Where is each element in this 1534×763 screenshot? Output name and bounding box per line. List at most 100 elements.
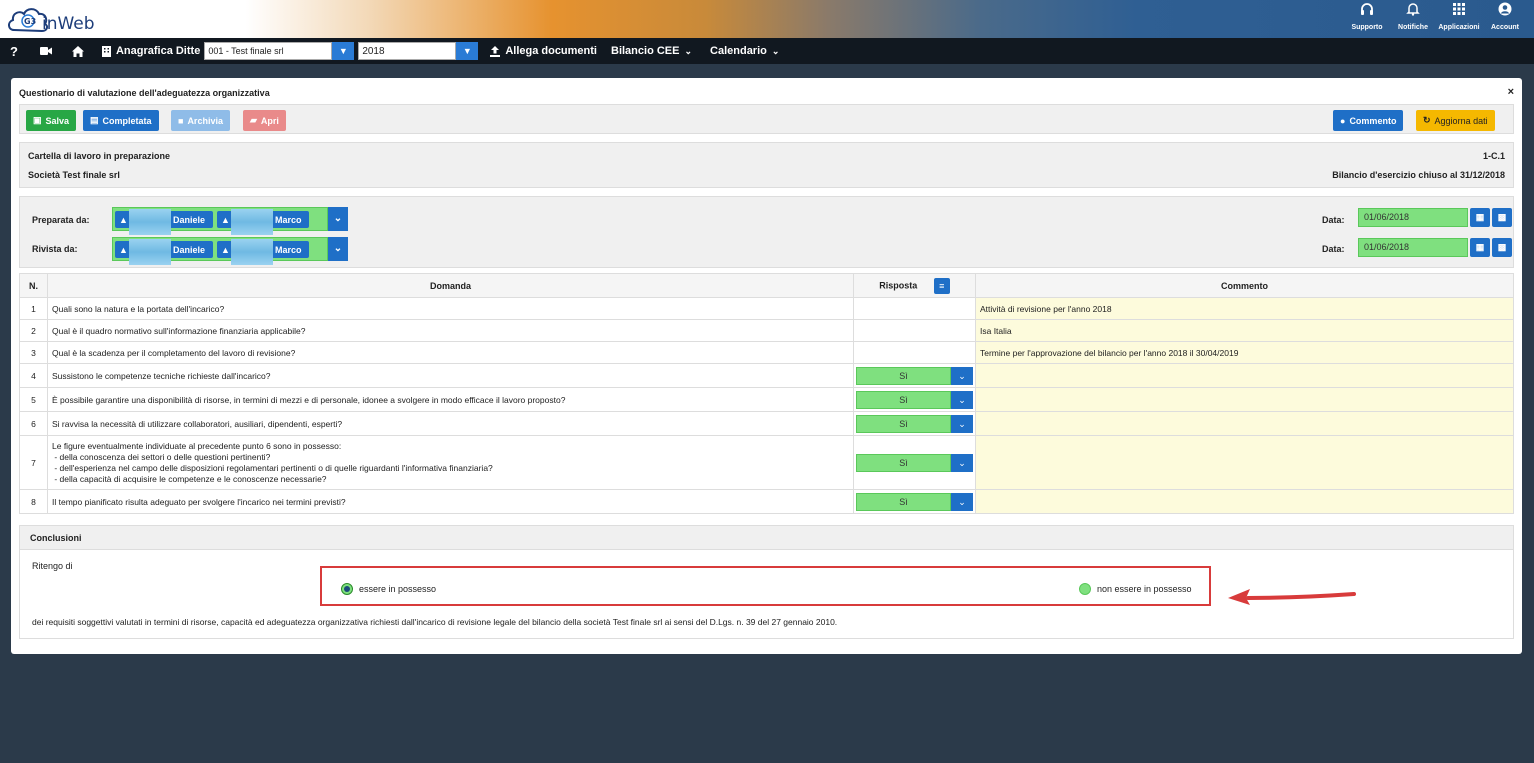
bell-icon <box>1390 2 1436 22</box>
person-chip[interactable]: ▲ Daniele <box>115 209 213 235</box>
allega-documenti-label: Allega documenti <box>505 45 597 57</box>
reviewed-by-field[interactable]: ▲ Daniele ▲ Marco <box>112 237 328 265</box>
applications-button[interactable]: Applicazioni <box>1436 2 1482 31</box>
comment-cell[interactable] <box>975 411 1514 436</box>
answer-select[interactable]: Sì ⌄ <box>856 453 973 472</box>
prepared-by-label: Preparata da: <box>32 215 90 225</box>
chevron-down-icon[interactable]: ⌄ <box>951 390 973 409</box>
commento-button[interactable]: ● Commento <box>1333 110 1404 131</box>
table-row: 6 Si ravvisa la necessità di utilizzare … <box>19 411 1514 436</box>
row-number: 8 <box>19 489 48 514</box>
table-row: 1 Quali sono la natura e la portata dell… <box>19 297 1514 320</box>
company-select[interactable]: 001 - Test finale srl ▼ <box>204 42 355 60</box>
app-logo-text: inWeb <box>42 14 95 34</box>
comment-cell[interactable] <box>975 435 1514 490</box>
apri-label: Apri <box>260 115 279 126</box>
calendario-label: Calendario <box>710 45 767 57</box>
answer-cell[interactable] <box>853 319 976 342</box>
building-icon <box>101 45 111 57</box>
person-first-name: Daniele <box>173 244 206 255</box>
answer-cell: Sì ⌄ <box>853 387 976 412</box>
chevron-down-icon[interactable]: ⌄ <box>328 207 348 231</box>
calendar-icon[interactable]: ▦ <box>1470 238 1490 257</box>
archive-icon: ■ <box>178 115 184 126</box>
answer-select[interactable]: Sì ⌄ <box>856 390 973 409</box>
date-label: Data: <box>1322 215 1345 225</box>
row-number: 4 <box>19 363 48 388</box>
support-label: Supporto <box>1351 24 1383 31</box>
table-row: 2 Qual è il quadro normativo sull'inform… <box>19 319 1514 342</box>
chevron-down-icon[interactable]: ⌄ <box>328 237 348 261</box>
year-select[interactable]: 2018 ▼ <box>358 42 479 60</box>
answer-cell[interactable] <box>853 341 976 364</box>
row-number: 2 <box>19 319 48 342</box>
calendar-today-icon[interactable]: ▩ <box>1492 208 1512 227</box>
anagrafica-ditte-menu[interactable]: Anagrafica Ditte <box>101 45 200 57</box>
question-text: Il tempo pianificato risulta adeguato pe… <box>47 489 854 514</box>
radio-non-essere-in-possesso[interactable] <box>1079 583 1091 595</box>
table-row: 8 Il tempo pianificato risulta adeguato … <box>19 489 1514 514</box>
answer-cell: Sì ⌄ <box>853 489 976 514</box>
conclusions-header: Conclusioni <box>20 526 1513 550</box>
save-button[interactable]: ▣ Salva <box>26 110 77 131</box>
home-icon[interactable] <box>71 45 84 57</box>
archivia-label: Archivia <box>187 115 223 126</box>
comment-cell[interactable] <box>975 363 1514 388</box>
notifications-button[interactable]: Notifiche <box>1390 2 1436 31</box>
calendar-icon[interactable]: ▦ <box>1470 208 1490 227</box>
row-number: 3 <box>19 341 48 364</box>
video-icon[interactable] <box>39 46 52 56</box>
comment-cell[interactable] <box>975 387 1514 412</box>
applications-label: Applicazioni <box>1438 24 1480 31</box>
help-button[interactable]: ? <box>10 44 18 59</box>
answer-select[interactable]: Sì ⌄ <box>856 414 973 433</box>
comment-cell[interactable]: Termine per l'approvazione del bilancio … <box>975 341 1514 364</box>
chevron-down-icon[interactable]: ⌄ <box>951 414 973 433</box>
caret-down-icon[interactable]: ▼ <box>456 42 479 60</box>
answer-value: Sì <box>856 366 951 385</box>
chevron-down-icon[interactable]: ⌄ <box>951 492 973 511</box>
person-chip[interactable]: ▲ Marco <box>217 209 309 235</box>
close-icon[interactable]: × <box>1508 86 1514 98</box>
folder-open-icon: ▰ <box>250 115 257 125</box>
radio-essere-in-possesso[interactable] <box>341 583 353 595</box>
completata-button[interactable]: ▤ Completata <box>83 110 159 131</box>
support-button[interactable]: Supporto <box>1344 2 1390 31</box>
company-name: Società Test finale srl <box>28 170 120 180</box>
caret-down-icon[interactable]: ▼ <box>332 42 355 60</box>
comment-cell[interactable] <box>975 489 1514 514</box>
comment-cell[interactable]: Attività di revisione per l'anno 2018 <box>975 297 1514 320</box>
answer-select[interactable]: Sì ⌄ <box>856 366 973 385</box>
calendario-menu[interactable]: Calendario ⌄ <box>710 45 779 57</box>
answer-cell[interactable] <box>853 297 976 320</box>
account-label: Account <box>1491 24 1519 31</box>
user-icon: ▲ <box>119 244 128 255</box>
reviewed-date-input[interactable]: 01/06/2018 <box>1358 238 1468 257</box>
allega-documenti-menu[interactable]: Allega documenti <box>490 45 597 57</box>
calendar-today-icon[interactable]: ▩ <box>1492 238 1512 257</box>
question-line: - dell'esperienza nel campo delle dispos… <box>52 462 493 473</box>
aggiorna-dati-button[interactable]: ↻ Aggiorna dati <box>1416 110 1495 131</box>
archivia-button[interactable]: ■ Archivia <box>171 110 230 131</box>
prepared-date-input[interactable]: 01/06/2018 <box>1358 208 1468 227</box>
conclusions-footer: dei requisiti soggettivi valutati in ter… <box>32 617 838 627</box>
floppy-icon: ▣ <box>33 115 42 125</box>
account-button[interactable]: Account <box>1482 2 1528 31</box>
chevron-down-icon[interactable]: ⌄ <box>951 366 973 385</box>
apri-button[interactable]: ▰ Apri <box>243 110 286 131</box>
risposta-header-label: Risposta <box>879 279 918 290</box>
list-icon[interactable]: ≡ <box>933 277 950 294</box>
company-select-value: 001 - Test finale srl <box>204 42 333 60</box>
answer-value: Sì <box>856 492 951 511</box>
person-chip[interactable]: ▲ Marco <box>217 239 309 265</box>
date-label: Data: <box>1322 244 1345 254</box>
chevron-down-icon[interactable]: ⌄ <box>951 453 973 472</box>
completata-label: Completata <box>102 115 152 126</box>
prepared-by-field[interactable]: ▲ Daniele ▲ Marco <box>112 207 328 235</box>
blurred-name <box>129 239 171 265</box>
bilancio-cee-menu[interactable]: Bilancio CEE ⌄ <box>611 45 692 57</box>
person-chip[interactable]: ▲ Daniele <box>115 239 213 265</box>
user-icon: ▲ <box>119 214 128 225</box>
answer-select[interactable]: Sì ⌄ <box>856 492 973 511</box>
comment-cell[interactable]: Isa Italia <box>975 319 1514 342</box>
